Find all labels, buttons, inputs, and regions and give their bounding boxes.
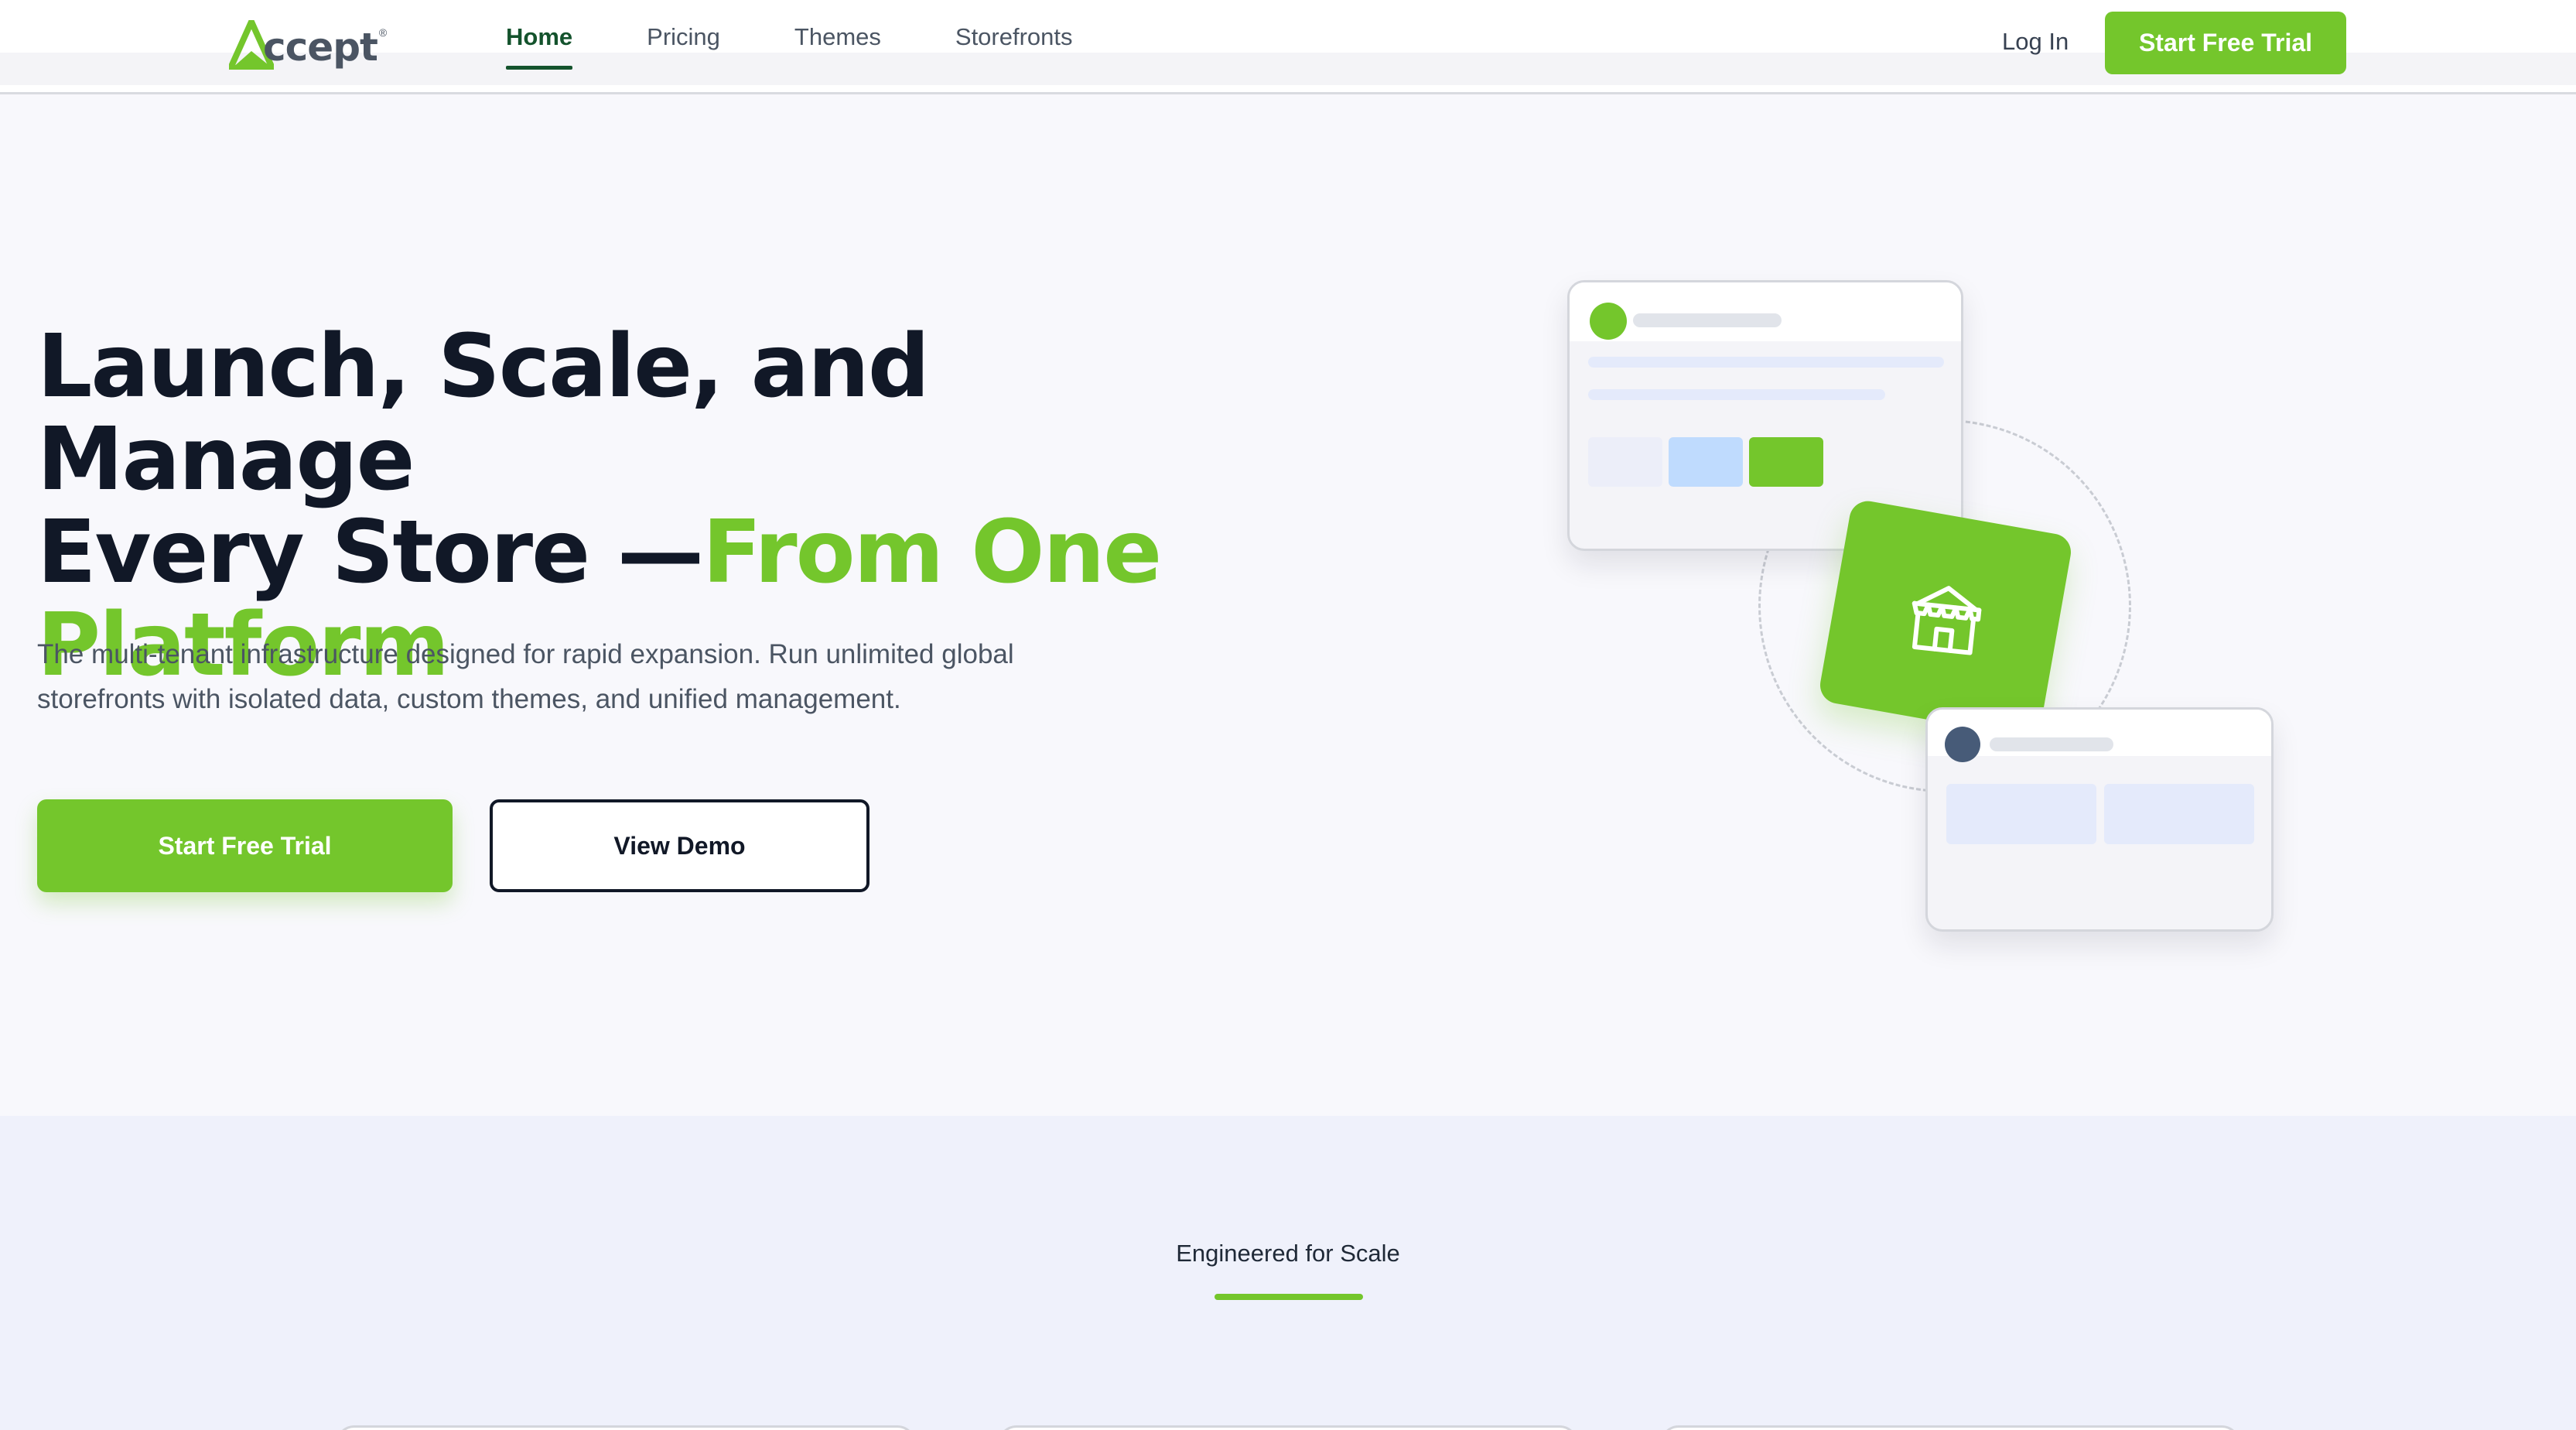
dashboard-mock-card-primary <box>1567 280 1963 551</box>
feature-card <box>1660 1425 2240 1430</box>
mock-avatar-dot <box>1590 303 1627 340</box>
nav-link-storefronts[interactable]: Storefronts <box>955 23 1073 51</box>
section-label: Engineered for Scale <box>1176 1240 1400 1267</box>
mock-title-bar <box>1633 313 1782 327</box>
top-navbar: ccept ® Home Pricing Themes Storefronts … <box>0 0 2576 94</box>
mock-block <box>1588 437 1662 487</box>
nav-link-themes[interactable]: Themes <box>794 23 881 51</box>
hero-start-trial-button[interactable]: Start Free Trial <box>37 799 453 892</box>
mock-avatar-dot <box>1945 727 1980 762</box>
hero-subtitle-line2: storefronts with isolated data, custom t… <box>37 684 901 714</box>
mock-text-bar <box>1588 357 1944 368</box>
mock-block <box>1749 437 1823 487</box>
mock-block <box>1946 784 2096 844</box>
logo-registered-mark: ® <box>378 26 388 39</box>
hero-title-line1: Launch, Scale, and Manage <box>37 316 930 510</box>
primary-nav: Home Pricing Themes Storefronts <box>506 23 1147 70</box>
view-demo-button[interactable]: View Demo <box>490 799 869 892</box>
mock-card-header <box>1570 282 1961 341</box>
mock-block <box>2104 784 2254 844</box>
mock-card-header <box>1928 710 2271 756</box>
dashed-orbit-ring <box>1758 419 2131 792</box>
nav-link-home[interactable]: Home <box>506 23 573 70</box>
hero-subtitle: The multi-tenant infrastructure designed… <box>37 632 1120 722</box>
nav-link-pricing[interactable]: Pricing <box>647 23 720 51</box>
login-link[interactable]: Log In <box>2002 28 2069 56</box>
features-section: Engineered for Scale <box>0 1116 2576 1430</box>
feature-card <box>336 1425 916 1430</box>
brand-logo[interactable]: ccept ® <box>229 15 388 70</box>
section-underline <box>1215 1294 1363 1300</box>
dashboard-mock-card-secondary <box>1925 707 2274 932</box>
hero-title-line2: Every Store — <box>37 502 704 603</box>
feature-card <box>998 1425 1578 1430</box>
hero-subtitle-line1: The multi-tenant infrastructure designed… <box>37 639 1014 669</box>
storefront-icon <box>1912 585 1982 655</box>
mock-text-bar <box>1588 389 1885 400</box>
mock-block <box>1669 437 1743 487</box>
nav-start-trial-button[interactable]: Start Free Trial <box>2105 12 2346 74</box>
storefront-tile <box>1817 498 2074 740</box>
hero-section: Launch, Scale, and Manage Every Store —F… <box>0 94 2576 1116</box>
logo-wordmark: ccept <box>263 25 378 70</box>
mock-title-bar <box>1990 737 2113 751</box>
